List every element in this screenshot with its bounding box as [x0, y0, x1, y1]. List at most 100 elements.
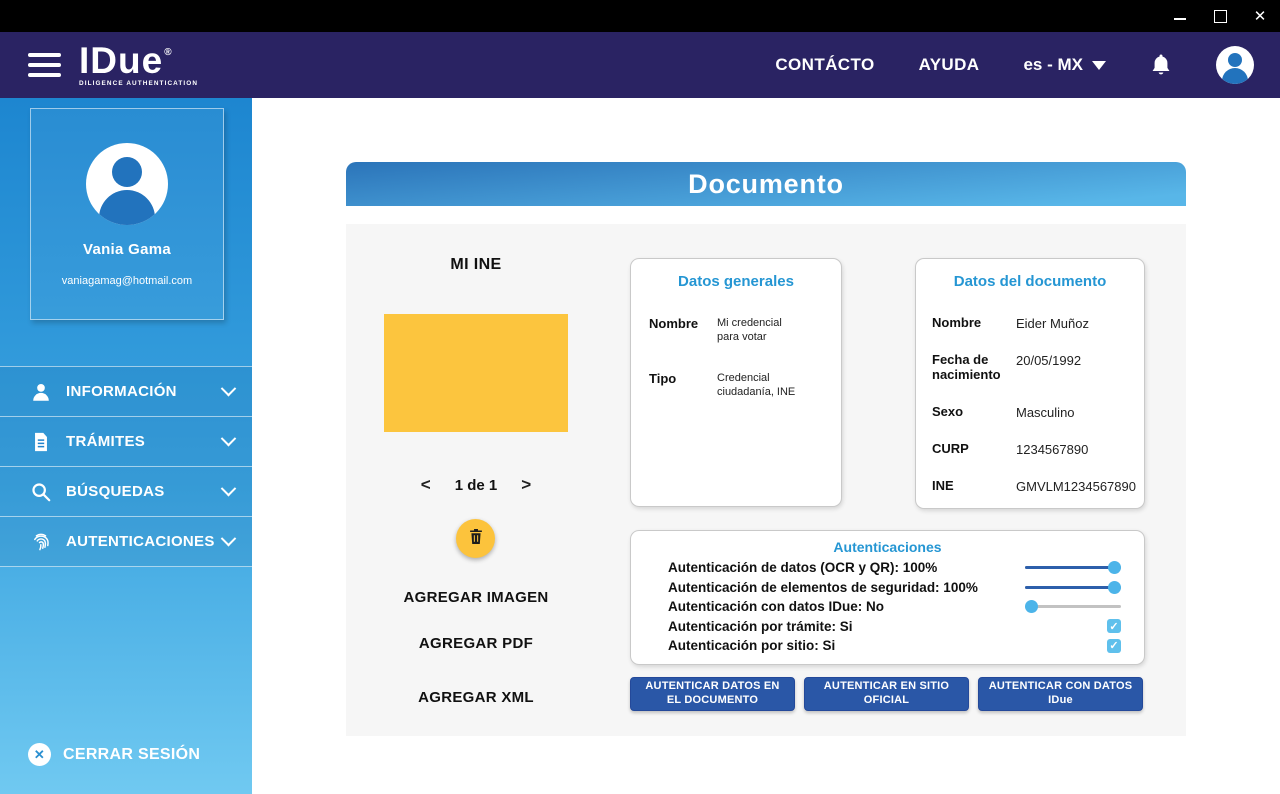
slider-track — [1025, 605, 1121, 608]
user-email: vaniagamag@hotmail.com — [62, 275, 192, 287]
content-panel: MI INE < 1 de 1 > AGREGAR IMAGEN AGREGAR… — [346, 224, 1186, 736]
row-label: Tipo — [649, 371, 699, 400]
hamburger-menu-icon[interactable] — [28, 53, 61, 77]
brand-tagline: DILIGENCE AUTHENTICATION — [79, 81, 198, 87]
sidebar: Vania Gama vaniagamag@hotmail.com INFORM… — [0, 98, 252, 794]
sidebar-item-label: TRÁMITES — [66, 433, 145, 450]
maximize-button[interactable] — [1200, 0, 1240, 32]
logout-label: CERRAR SESIÓN — [63, 746, 200, 764]
search-icon — [30, 481, 52, 503]
general-data-card: Datos generales Nombre Mi credencial par… — [630, 258, 842, 507]
sidebar-item-tramites[interactable]: TRÁMITES — [0, 416, 252, 466]
sitio-checkbox[interactable] — [1107, 639, 1121, 653]
authenticate-official-site-button[interactable]: AUTENTICAR EN SITIO OFICIAL — [804, 677, 969, 711]
sidebar-item-label: AUTENTICACIONES — [66, 533, 215, 550]
security-elements-slider[interactable] — [1025, 581, 1121, 594]
data-row: Fecha de nacimiento 20/05/1992 — [916, 353, 1144, 383]
pager-prev-icon[interactable]: < — [421, 475, 431, 495]
auth-slider-row: Autenticación con datos IDue: No — [631, 597, 1144, 617]
pager-next-icon[interactable]: > — [521, 475, 531, 495]
page-header-banner: Documento — [346, 162, 1186, 206]
sidebar-user-avatar — [86, 143, 168, 225]
avatar-person-icon — [112, 157, 142, 187]
authenticate-document-data-button[interactable]: AUTENTICAR DATOS EN EL DOCUMENTO — [630, 677, 795, 711]
tramite-checkbox[interactable] — [1107, 619, 1121, 633]
row-label: Fecha de nacimiento — [932, 353, 1002, 383]
auth-rows: Autenticación de datos (OCR y QR): 100% … — [631, 558, 1144, 656]
sidebar-item-label: INFORMACIÓN — [66, 383, 177, 400]
user-avatar[interactable] — [1216, 46, 1254, 84]
row-value: Credencial ciudadanía, INE — [717, 371, 801, 400]
sidebar-item-busquedas[interactable]: BÚSQUEDAS — [0, 466, 252, 516]
auth-label: Autenticación con datos IDue: No — [668, 599, 884, 614]
sidebar-item-informacion[interactable]: INFORMACIÓN — [0, 366, 252, 416]
data-row: Tipo Credencial ciudadanía, INE — [631, 371, 841, 400]
idue-data-slider[interactable] — [1025, 600, 1121, 613]
locale-selector[interactable]: es - MX — [1023, 55, 1106, 75]
auth-slider-row: Autenticación de elementos de seguridad:… — [631, 578, 1144, 598]
nav-link-help[interactable]: AYUDA — [919, 55, 980, 75]
data-row: CURP 1234567890 — [916, 442, 1144, 457]
auth-label: Autenticación por sitio: Si — [668, 638, 835, 653]
window-titlebar: ✕ — [0, 0, 1280, 32]
close-circle-icon: ✕ — [28, 743, 51, 766]
user-name: Vania Gama — [83, 241, 171, 258]
slider-handle[interactable] — [1025, 600, 1038, 613]
data-row: INE GMVLM1234567890 — [916, 479, 1144, 494]
avatar-person-icon — [1228, 53, 1242, 67]
card-title: Datos generales — [631, 273, 841, 290]
data-row: Nombre Mi credencial para votar — [631, 316, 841, 345]
ocr-qr-slider[interactable] — [1025, 561, 1121, 574]
authenticate-idue-data-button[interactable]: AUTENTICAR CON DATOS IDue — [978, 677, 1143, 711]
row-value: GMVLM1234567890 — [1016, 479, 1136, 494]
row-label: INE — [932, 479, 1002, 494]
minimize-button[interactable] — [1160, 0, 1200, 32]
row-value: Mi credencial para votar — [717, 316, 801, 345]
add-image-button[interactable]: AGREGAR IMAGEN — [384, 589, 568, 606]
row-label: CURP — [932, 442, 1002, 457]
auth-check-row: Autenticación por sitio: Si — [631, 636, 1144, 656]
sidebar-item-autenticaciones[interactable]: AUTENTICACIONES — [0, 516, 252, 567]
slider-fill — [1025, 566, 1121, 569]
trash-icon — [468, 528, 484, 550]
slider-handle[interactable] — [1108, 561, 1121, 574]
document-image-preview[interactable] — [384, 314, 568, 432]
navbar-right-group: CONTÁCTO AYUDA es - MX — [775, 46, 1254, 84]
registered-mark: ® — [164, 47, 172, 58]
nav-link-contact[interactable]: CONTÁCTO — [775, 55, 874, 75]
row-value: 20/05/1992 — [1016, 353, 1081, 383]
add-xml-button[interactable]: AGREGAR XML — [384, 689, 568, 706]
document-data-card: Datos del documento Nombre Eider Muñoz F… — [915, 258, 1145, 509]
sidebar-user-card: Vania Gama vaniagamag@hotmail.com — [30, 108, 224, 320]
slider-handle[interactable] — [1108, 581, 1121, 594]
auth-label: Autenticación de elementos de seguridad:… — [668, 580, 978, 595]
brand-name: IDue® — [79, 42, 198, 79]
chevron-down-icon — [1092, 61, 1106, 70]
top-navbar: IDue® DILIGENCE AUTHENTICATION CONTÁCTO … — [0, 32, 1280, 98]
row-label: Nombre — [932, 316, 1002, 331]
delete-document-button[interactable] — [456, 519, 495, 558]
locale-label: es - MX — [1023, 55, 1083, 75]
card-title: Autenticaciones — [631, 539, 1144, 555]
person-icon — [30, 381, 52, 403]
data-row: Sexo Masculino — [916, 405, 1144, 420]
auth-check-row: Autenticación por trámite: Si — [631, 617, 1144, 637]
row-label: Sexo — [932, 405, 1002, 420]
minimize-icon — [1174, 18, 1186, 20]
auth-label: Autenticación de datos (OCR y QR): 100% — [668, 560, 937, 575]
authentications-card: Autenticaciones Autenticación de datos (… — [630, 530, 1145, 665]
page-title: Documento — [688, 169, 844, 200]
row-label: Nombre — [649, 316, 699, 345]
logout-button[interactable]: ✕ CERRAR SESIÓN — [28, 743, 200, 766]
card-title: Datos del documento — [916, 273, 1144, 290]
chevron-down-icon — [221, 481, 237, 497]
auth-label: Autenticación por trámite: Si — [668, 619, 853, 634]
sidebar-menu: INFORMACIÓN TRÁMITES BÚSQUEDAS — [0, 366, 252, 567]
sidebar-item-label: BÚSQUEDAS — [66, 483, 165, 500]
notifications-bell-icon[interactable] — [1150, 53, 1172, 77]
chevron-down-icon — [221, 381, 237, 397]
auth-slider-row: Autenticación de datos (OCR y QR): 100% — [631, 558, 1144, 578]
maximize-icon — [1214, 10, 1227, 23]
add-pdf-button[interactable]: AGREGAR PDF — [384, 635, 568, 652]
close-button[interactable]: ✕ — [1240, 0, 1280, 32]
